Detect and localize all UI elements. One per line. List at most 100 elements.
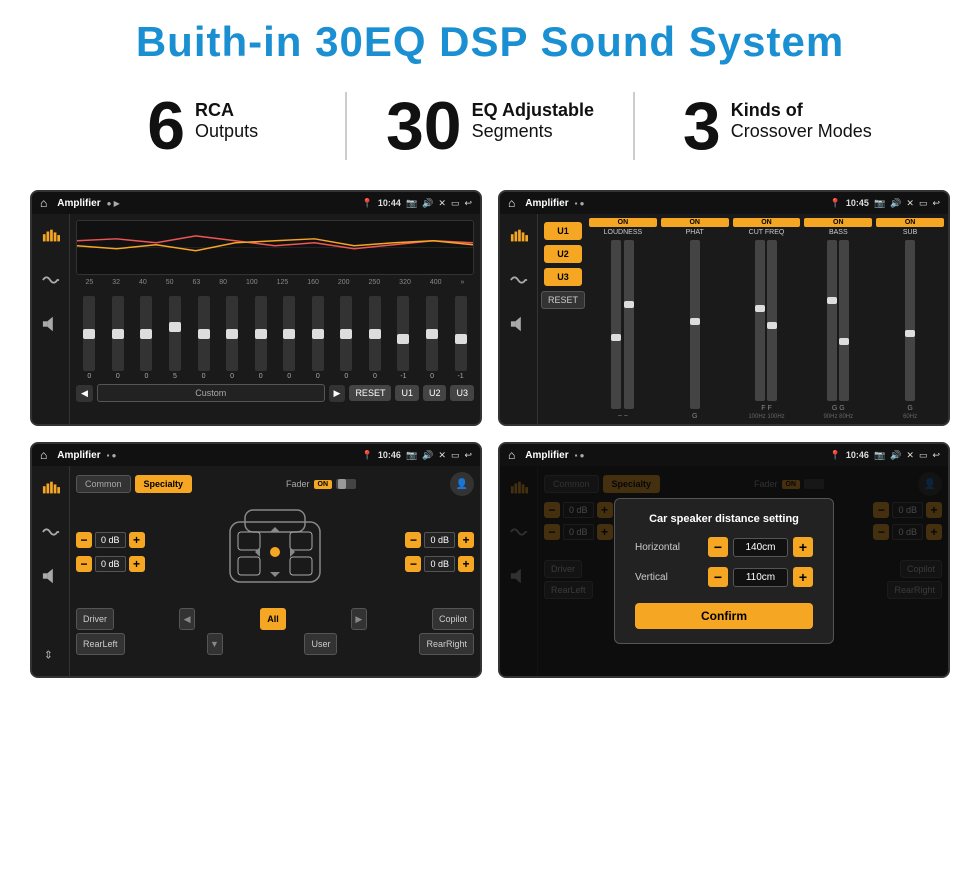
eq-u2-btn[interactable]: U2 (423, 385, 447, 401)
dsp-screen-title: Amplifier (525, 198, 568, 209)
dsp-u1-btn[interactable]: U1 (544, 222, 582, 240)
dsp-speaker-icon[interactable] (505, 310, 533, 338)
wifi-icon: ✕ (438, 198, 446, 209)
vertical-value: 110cm (733, 568, 788, 587)
fader-speaker-icon[interactable] (37, 562, 65, 590)
front-left-db: − 0 dB + (76, 532, 145, 548)
eq-u1-btn[interactable]: U1 (395, 385, 419, 401)
dsp-eq-icon[interactable] (505, 222, 533, 250)
home-icon[interactable]: ⌂ (40, 196, 47, 210)
camera-icon: 📷 (406, 198, 417, 209)
fader-arrows-icon[interactable]: ⇕ (37, 640, 65, 668)
fader-eq-icon[interactable] (37, 474, 65, 502)
eq-icon[interactable] (37, 222, 65, 250)
fader-camera-icon: 📷 (406, 450, 417, 461)
stat-rca-label-top: RCA (195, 100, 258, 121)
speaker-icon[interactable] (37, 310, 65, 338)
common-tab[interactable]: Common (76, 475, 131, 493)
copilot-btn[interactable]: Copilot (432, 608, 474, 630)
dsp-status-bar: ⌂ Amplifier ▪ ● 📍 10:45 📷 🔊 ✕ ▭ ↩ (500, 192, 948, 214)
right-arrow-btn[interactable]: ▶ (351, 608, 367, 630)
dialog-home-icon[interactable]: ⌂ (508, 448, 515, 462)
stats-row: 6 RCA Outputs 30 EQ Adjustable Segments … (0, 76, 980, 180)
eq-u3-btn[interactable]: U3 (450, 385, 474, 401)
fader-back-icon[interactable]: ↩ (464, 450, 472, 461)
dsp-location-icon: 📍 (830, 198, 841, 209)
user-btn[interactable]: User (304, 633, 337, 655)
play-indicator: ● ▶ (107, 199, 120, 208)
fader-on-badge: ON (314, 480, 333, 489)
fader-battery-icon: ▭ (451, 450, 460, 461)
stat-rca: 6 RCA Outputs (60, 92, 347, 160)
dsp-time: 10:45 (846, 198, 869, 208)
stat-eq-label-top: EQ Adjustable (472, 100, 594, 121)
down-arrow-btn[interactable]: ▼ (207, 633, 223, 655)
fader-volume-icon: 🔊 (422, 450, 433, 461)
wave-icon[interactable] (37, 266, 65, 294)
rear-left-minus[interactable]: − (76, 556, 92, 572)
stat-eq-label-bottom: Segments (472, 121, 594, 142)
page-title: Buith-in 30EQ DSP Sound System (20, 18, 960, 66)
rearleft-btn[interactable]: RearLeft (76, 633, 125, 655)
screenshots-grid: ⌂ Amplifier ● ▶ 📍 10:44 📷 🔊 ✕ ▭ ↩ (0, 180, 980, 698)
rear-left-value: 0 dB (95, 556, 126, 572)
eq-reset-btn[interactable]: RESET (349, 385, 391, 401)
eq-slider-14: -1 (455, 296, 467, 380)
rear-right-minus[interactable]: − (405, 556, 421, 572)
horizontal-row: Horizontal − 140cm + (635, 537, 813, 557)
confirm-button[interactable]: Confirm (635, 603, 813, 629)
driver-btn[interactable]: Driver (76, 608, 114, 630)
eq-slider-3: 0 (140, 296, 152, 380)
speaker-distance-dialog: Car speaker distance setting Horizontal … (614, 498, 834, 644)
specialty-tab[interactable]: Specialty (135, 475, 193, 493)
dsp-reset-btn[interactable]: RESET (541, 291, 585, 309)
dsp-home-icon[interactable]: ⌂ (508, 196, 515, 210)
dialog-back-icon[interactable]: ↩ (932, 450, 940, 461)
stat-eq: 30 EQ Adjustable Segments (347, 92, 634, 160)
stat-crossover-num: 3 (683, 92, 721, 160)
eq-slider-5: 0 (198, 296, 210, 380)
eq-bottom-bar: ◀ Custom ▶ RESET U1 U2 U3 (76, 384, 474, 402)
dsp-side-icons (500, 214, 538, 424)
back-icon[interactable]: ↩ (464, 198, 472, 209)
dsp-back-icon[interactable]: ↩ (932, 198, 940, 209)
fader-main: Common Specialty Fader ON 👤 (70, 466, 480, 676)
svg-text:⇕: ⇕ (43, 650, 52, 662)
eq-slider-11: 0 (369, 296, 381, 380)
eq-next-btn[interactable]: ▶ (329, 385, 346, 402)
stat-crossover: 3 Kinds of Crossover Modes (635, 92, 920, 160)
dialog-screen-title: Amplifier (525, 450, 568, 461)
front-right-minus[interactable]: − (405, 532, 421, 548)
eq-prev-btn[interactable]: ◀ (76, 385, 93, 402)
eq-slider-9: 0 (312, 296, 324, 380)
rear-left-plus[interactable]: + (129, 556, 145, 572)
dsp-u3-btn[interactable]: U3 (544, 268, 582, 286)
eq-slider-4: 5 (169, 296, 181, 380)
front-left-plus[interactable]: + (129, 532, 145, 548)
eq-slider-10: 0 (340, 296, 352, 380)
left-arrow-btn[interactable]: ◀ (179, 608, 195, 630)
fader-wave-icon[interactable] (37, 518, 65, 546)
all-btn[interactable]: All (260, 608, 286, 630)
eq-slider-2: 0 (112, 296, 124, 380)
horizontal-plus[interactable]: + (793, 537, 813, 557)
dsp-wave-icon[interactable] (505, 266, 533, 294)
vertical-minus[interactable]: − (708, 567, 728, 587)
front-left-minus[interactable]: − (76, 532, 92, 548)
dsp-u2-btn[interactable]: U2 (544, 245, 582, 263)
stat-rca-num: 6 (147, 92, 185, 160)
dsp-volume-icon: 🔊 (890, 198, 901, 209)
front-right-plus[interactable]: + (458, 532, 474, 548)
eq-slider-7: 0 (255, 296, 267, 380)
stat-crossover-label-bottom: Crossover Modes (731, 121, 872, 142)
eq-slider-6: 0 (226, 296, 238, 380)
fader-home-icon[interactable]: ⌂ (40, 448, 47, 462)
rear-right-plus[interactable]: + (458, 556, 474, 572)
sub-on-badge: ON (876, 218, 944, 227)
dialog-time: 10:46 (846, 450, 869, 460)
eq-status-bar: ⌂ Amplifier ● ▶ 📍 10:44 📷 🔊 ✕ ▭ ↩ (32, 192, 480, 214)
horizontal-minus[interactable]: − (708, 537, 728, 557)
rear-right-value: 0 dB (424, 556, 455, 572)
vertical-plus[interactable]: + (793, 567, 813, 587)
rearright-btn[interactable]: RearRight (419, 633, 474, 655)
